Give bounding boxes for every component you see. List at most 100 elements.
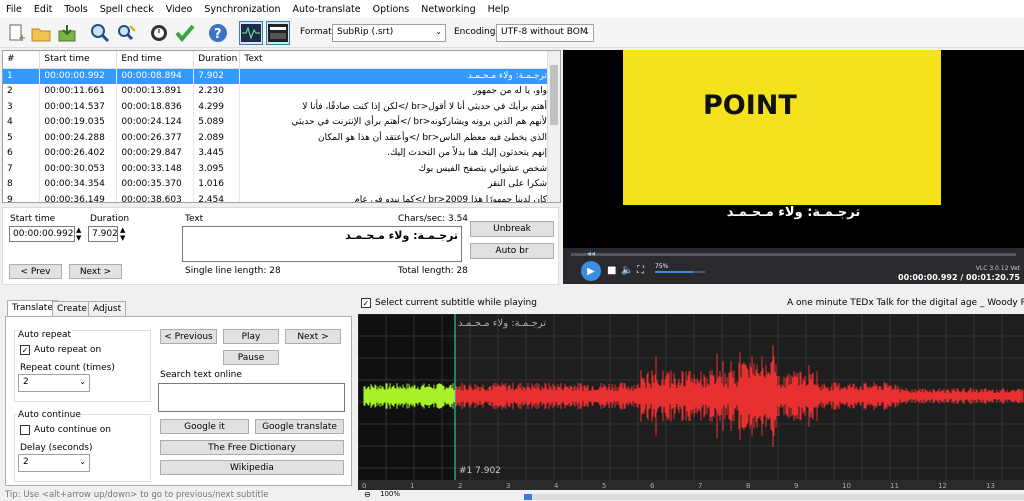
column-header[interactable]: # xyxy=(3,51,41,69)
duration-spinner-icon[interactable]: ▲ ▼ xyxy=(120,226,125,242)
duration-value: 7.902 xyxy=(92,229,118,239)
waveform-toggle-icon[interactable] xyxy=(239,21,263,45)
help-icon[interactable]: ? xyxy=(206,21,230,45)
duration-input[interactable]: 7.902 xyxy=(88,226,118,242)
open-folder-icon[interactable] xyxy=(29,21,53,45)
unbreak-button[interactable]: Unbreak xyxy=(470,221,554,237)
save-icon[interactable] xyxy=(55,21,79,45)
chevron-down-icon: ⌄ xyxy=(583,27,590,36)
search-text-input[interactable] xyxy=(158,383,345,412)
text-cell: كان لدينا جمهورًا هذا 2009<br />كما نبدو… xyxy=(239,192,548,202)
table-row[interactable]: 7 00:00:30.053 00:00:33.148 3.095 شخص عشوائي… xyxy=(3,161,548,177)
chevron-down-icon: ⌄ xyxy=(79,457,86,466)
volume-icon[interactable]: 🔈 xyxy=(621,265,633,276)
video-player[interactable]: POINT ترجـمـة: ولاء مـحـمـد ◂◂ ▶ ■ 🔈 ⛶ 7… xyxy=(563,50,1024,284)
auto-repeat-checkbox[interactable]: ✓ xyxy=(20,345,30,355)
volume-slider[interactable] xyxy=(655,271,705,273)
menu-item[interactable]: Spell check xyxy=(94,4,160,15)
end-time-cell: 00:00:24.124 xyxy=(116,114,195,130)
grid-scrollbar[interactable] xyxy=(547,51,560,202)
spell-check-icon[interactable] xyxy=(173,21,197,45)
total-length: Total length: 28 xyxy=(398,266,468,276)
replace-icon[interactable] xyxy=(115,21,139,45)
new-file-icon[interactable]: + xyxy=(4,21,28,45)
row-number: 9 xyxy=(3,192,41,202)
google-translate-button[interactable]: Google translate xyxy=(255,419,344,434)
waveform-scrollbar[interactable] xyxy=(524,494,1024,500)
zoom-out-icon[interactable]: ⊖ xyxy=(364,490,371,499)
seek-arrows-icon: ◂◂ xyxy=(587,249,596,258)
menu-item[interactable]: Auto-translate xyxy=(286,4,366,15)
ruler-tick-label: 11 xyxy=(890,482,899,490)
table-row[interactable]: 6 00:00:26.402 00:00:29.847 3.445 إنهم يتحدث… xyxy=(3,145,548,161)
auto-continue-checkbox[interactable] xyxy=(20,425,30,435)
start-time-spinner-icon[interactable]: ▲ ▼ xyxy=(76,226,81,242)
menu-item[interactable]: File xyxy=(0,4,28,15)
ruler-tick-label: 3 xyxy=(506,482,510,490)
duration-cell: 3.445 xyxy=(193,145,241,161)
subtitle-text-area[interactable]: ترجـمـة: ولاء مـحـمـد xyxy=(182,226,462,262)
table-row[interactable]: 2 00:00:11.661 00:00:13.891 2.230 واو، يا له… xyxy=(3,83,548,99)
next-subtitle-button[interactable]: Next > xyxy=(285,329,341,344)
menu-item[interactable]: Networking xyxy=(415,4,481,15)
video-toggle-icon[interactable] xyxy=(266,21,290,45)
next-button[interactable]: Next > xyxy=(69,264,122,279)
encoding-select[interactable]: UTF-8 without BOM ⌄ xyxy=(496,24,594,42)
previous-button[interactable]: < Previous xyxy=(160,329,217,344)
end-time-cell: 00:00:35.370 xyxy=(116,176,195,192)
column-header[interactable]: End time xyxy=(116,51,195,69)
menu-item[interactable]: Tools xyxy=(58,4,93,15)
format-value: SubRip (.srt) xyxy=(337,27,394,37)
ruler-tick-label: 7 xyxy=(698,482,702,490)
find-icon[interactable] xyxy=(88,21,112,45)
play-icon[interactable]: ▶ xyxy=(581,261,601,281)
menu-item[interactable]: Options xyxy=(367,4,416,15)
scrollbar-thumb[interactable] xyxy=(550,65,558,125)
table-row[interactable]: 5 00:00:24.288 00:00:26.377 2.089 الذي يخطئ … xyxy=(3,130,548,146)
table-row[interactable]: 4 00:00:19.035 00:00:24.124 5.089 لأنهم هم ا… xyxy=(3,114,548,130)
column-header[interactable]: Duration xyxy=(193,51,241,69)
google-it-button[interactable]: Google it xyxy=(160,419,249,434)
visual-sync-icon[interactable] xyxy=(147,21,171,45)
end-time-cell: 00:00:29.847 xyxy=(116,145,195,161)
wikipedia-button[interactable]: Wikipedia xyxy=(160,460,344,475)
subtitle-grid[interactable]: # Start time End time Duration Text 1 00:00:0… xyxy=(2,50,561,203)
svg-text:?: ? xyxy=(214,27,222,42)
zoom-level[interactable]: 100% xyxy=(380,490,400,498)
waveform-view[interactable]: 0123456789101112131415161718192021222324… xyxy=(358,314,1024,490)
menu-item[interactable]: Help xyxy=(482,4,516,15)
column-header[interactable]: Text xyxy=(239,51,548,69)
table-row[interactable]: 3 00:00:14.537 00:00:18.836 4.299 أهتم برأيك… xyxy=(3,99,548,115)
play-button[interactable]: Play xyxy=(223,329,279,344)
start-time-input[interactable]: 00:00:00.992 xyxy=(9,226,75,242)
seek-bar[interactable] xyxy=(571,253,1016,256)
repeat-count-select[interactable]: 2 ⌄ xyxy=(18,374,90,392)
delay-select[interactable]: 2 ⌄ xyxy=(18,454,90,472)
start-time-cell: 00:00:26.402 xyxy=(39,145,118,161)
pause-button[interactable]: Pause xyxy=(223,350,279,365)
menu-item[interactable]: Video xyxy=(160,4,199,15)
select-current-checkbox[interactable]: ✓ xyxy=(361,298,371,308)
menu-item[interactable]: Edit xyxy=(28,4,58,15)
table-row[interactable]: 9 00:00:36.149 00:00:38.603 2.454 كان لدينا … xyxy=(3,192,548,202)
prev-button[interactable]: < Prev xyxy=(9,264,62,279)
menu-item[interactable]: Synchronization xyxy=(198,4,286,15)
tab-create[interactable]: Create xyxy=(52,301,92,317)
end-time-cell: 00:00:33.148 xyxy=(116,161,195,177)
column-header[interactable]: Start time xyxy=(39,51,118,69)
text-cell: إنهم يتحدثون إليك هنا بدلاً من التحدث إل… xyxy=(239,145,548,161)
waveform-scroll-thumb[interactable] xyxy=(524,494,532,500)
stop-icon[interactable]: ■ xyxy=(607,265,616,276)
tab-translate[interactable]: Translate xyxy=(7,300,58,317)
text-cell: شكرا على النقر xyxy=(239,176,548,192)
table-row[interactable]: 1 00:00:00.992 00:00:08.894 7.902 ترجـمـة: و… xyxy=(3,68,548,84)
auto-continue-title: Auto continue xyxy=(18,410,81,420)
subtitle-text-value: ترجـمـة: ولاء مـحـمـد xyxy=(345,229,458,242)
table-row[interactable]: 8 00:00:34.354 00:00:35.370 1.016 شكرا على ا… xyxy=(3,176,548,192)
free-dictionary-button[interactable]: The Free Dictionary xyxy=(160,440,344,455)
fullscreen-icon[interactable]: ⛶ xyxy=(637,265,644,276)
auto-br-button[interactable]: Auto br xyxy=(470,243,554,259)
waveform-current-info: #1 7.902 xyxy=(459,466,501,476)
tab-adjust[interactable]: Adjust xyxy=(88,301,127,317)
format-select[interactable]: SubRip (.srt) ⌄ xyxy=(332,24,446,42)
